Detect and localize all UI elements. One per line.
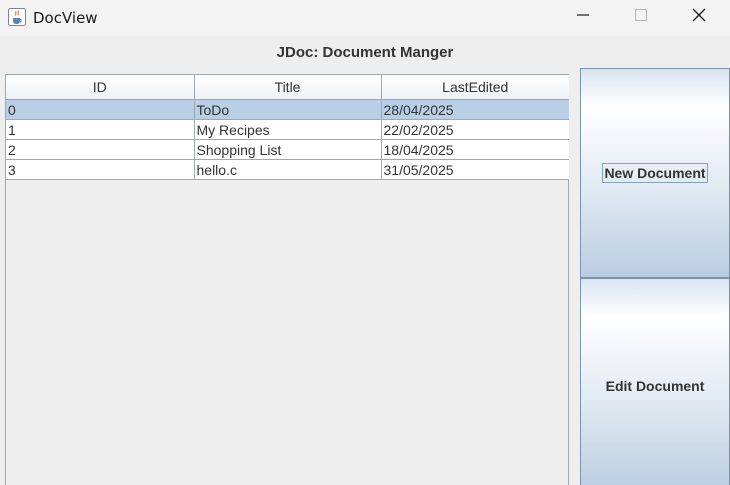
title-bar[interactable]: DocView bbox=[0, 0, 730, 36]
table-row[interactable]: 1 My Recipes 22/02/2025 bbox=[6, 119, 569, 140]
maximize-button[interactable] bbox=[612, 0, 670, 34]
table-row[interactable]: 3 hello.c 31/05/2025 bbox=[6, 159, 569, 180]
cell-id[interactable]: 0 bbox=[6, 99, 195, 120]
new-document-label: New Document bbox=[602, 163, 708, 183]
close-icon bbox=[692, 8, 706, 27]
column-header-last-edited[interactable]: LastEdited bbox=[381, 75, 569, 100]
column-header-title[interactable]: Title bbox=[194, 75, 382, 100]
edit-document-label: Edit Document bbox=[605, 377, 705, 394]
cell-last-edited[interactable]: 28/04/2025 bbox=[381, 99, 569, 120]
cell-id[interactable]: 3 bbox=[6, 159, 195, 180]
java-cup-icon bbox=[8, 8, 26, 26]
document-table[interactable]: ID Title LastEdited 0 ToDo 28/04/2025 1 … bbox=[6, 75, 569, 180]
cell-last-edited[interactable]: 22/02/2025 bbox=[381, 119, 569, 140]
close-button[interactable] bbox=[670, 0, 728, 34]
cell-id[interactable]: 1 bbox=[6, 119, 195, 140]
table-row[interactable]: 2 Shopping List 18/04/2025 bbox=[6, 139, 569, 160]
table-row[interactable]: 0 ToDo 28/04/2025 bbox=[6, 99, 569, 120]
table-header-row: ID Title LastEdited bbox=[6, 75, 569, 100]
minimize-button[interactable] bbox=[554, 0, 612, 34]
new-document-button[interactable]: New Document bbox=[580, 68, 730, 278]
minimize-icon bbox=[577, 8, 589, 26]
cell-title[interactable]: ToDo bbox=[194, 99, 382, 120]
cell-id[interactable]: 2 bbox=[6, 139, 195, 160]
edit-document-button[interactable]: Edit Document bbox=[580, 278, 730, 485]
cell-last-edited[interactable]: 18/04/2025 bbox=[381, 139, 569, 160]
cell-title[interactable]: hello.c bbox=[194, 159, 382, 180]
maximize-icon bbox=[635, 8, 647, 26]
cell-last-edited[interactable]: 31/05/2025 bbox=[381, 159, 569, 180]
cell-title[interactable]: Shopping List bbox=[194, 139, 382, 160]
docview-window: DocView JDoc: Document Manger ID Title L… bbox=[0, 0, 730, 485]
window-title: DocView bbox=[33, 9, 98, 27]
page-title: JDoc: Document Manger bbox=[276, 44, 454, 61]
column-header-id[interactable]: ID bbox=[6, 75, 195, 100]
cell-title[interactable]: My Recipes bbox=[194, 119, 382, 140]
document-table-scrollpane[interactable]: ID Title LastEdited 0 ToDo 28/04/2025 1 … bbox=[5, 74, 569, 485]
